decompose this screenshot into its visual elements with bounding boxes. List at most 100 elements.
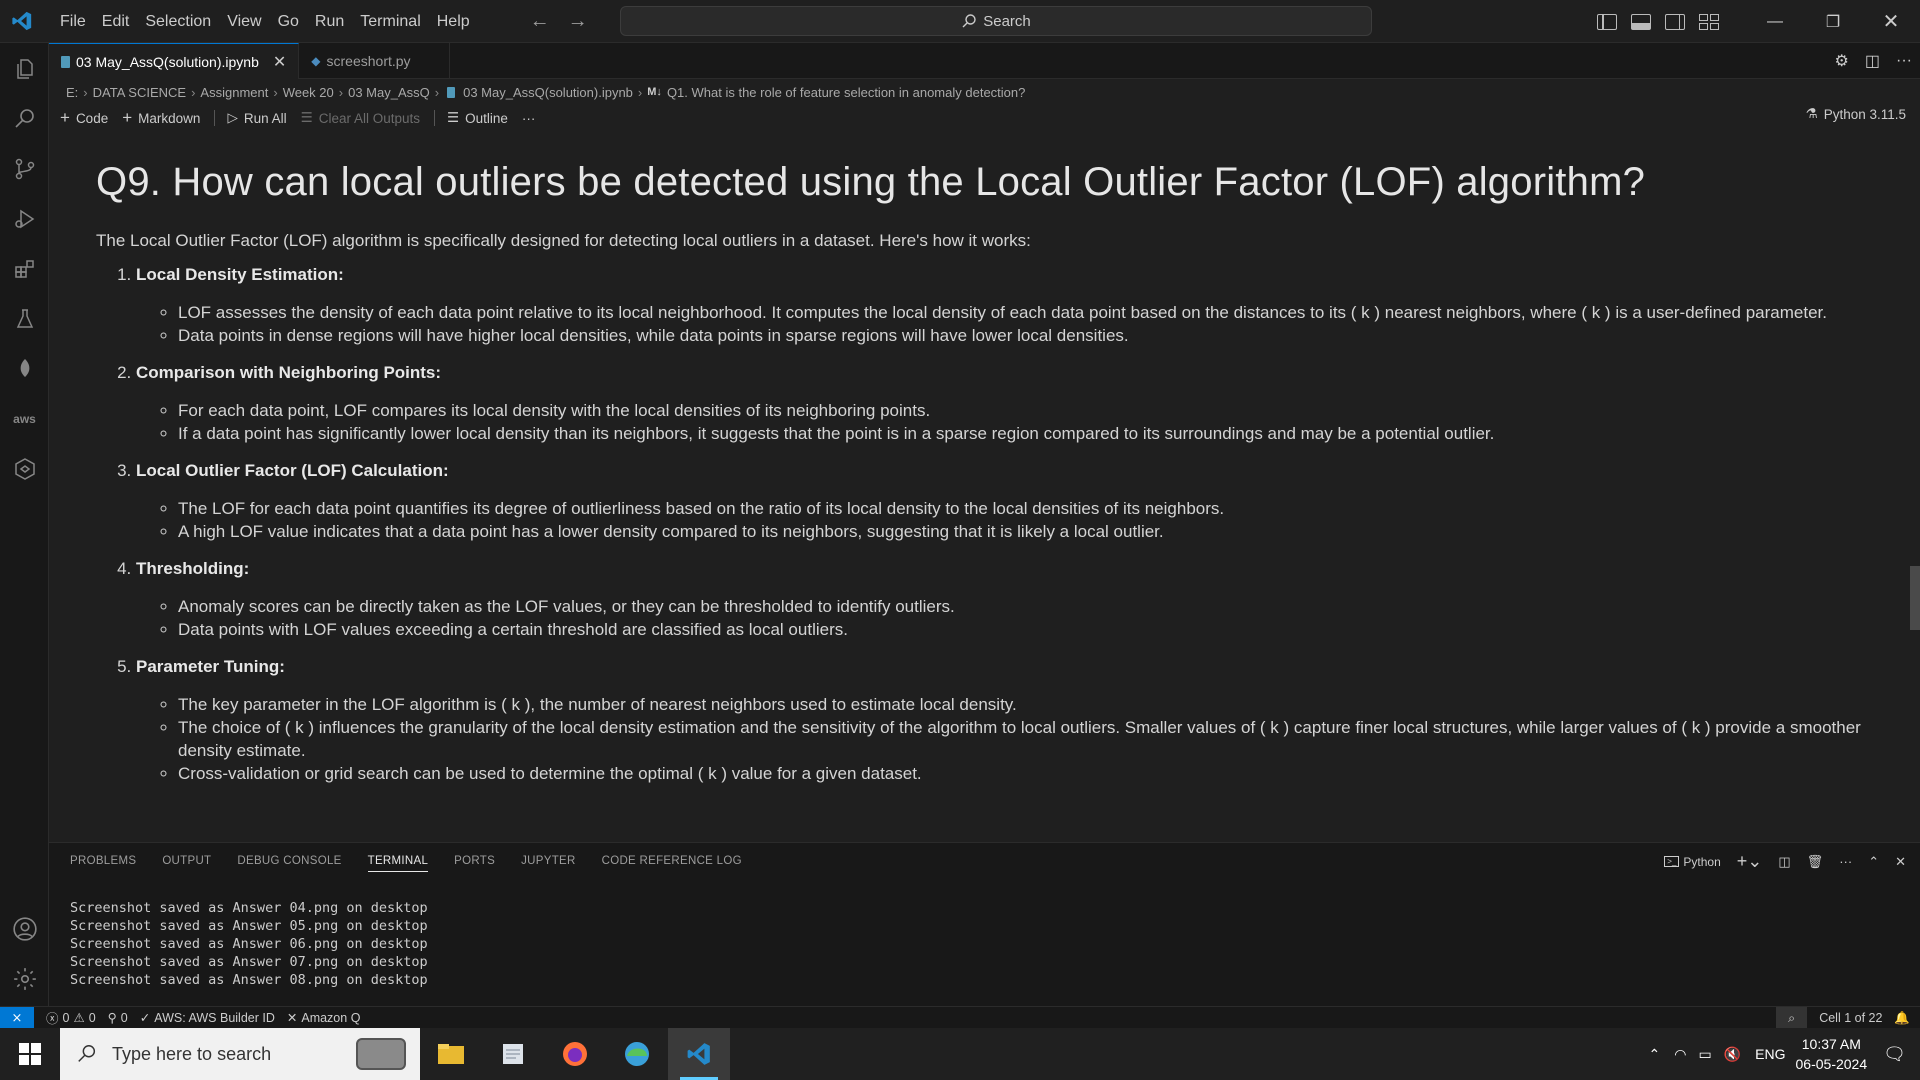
breadcrumb-item[interactable]: Q1. What is the role of feature selectio… (667, 85, 1025, 100)
edge-app-icon[interactable] (606, 1028, 668, 1080)
bullet-item: The choice of ( k ) influences the granu… (178, 716, 1906, 762)
new-terminal-icon[interactable]: +⌄ (1737, 851, 1763, 872)
plus-icon: + (122, 108, 133, 127)
mongodb-leaf-icon[interactable] (11, 355, 38, 382)
tab-code-reference-log[interactable]: CODE REFERENCE LOG (602, 855, 742, 872)
breadcrumb-item[interactable]: Week 20 (283, 85, 334, 100)
aws-icon[interactable]: aws (11, 405, 38, 432)
clock[interactable]: 10:37 AM 06-05-2024 (1796, 1034, 1868, 1074)
more-actions-icon[interactable]: ··· (1896, 52, 1912, 70)
network-icon[interactable]: ◠ (1674, 1046, 1686, 1063)
notebook-editor[interactable]: Q9. How can local outliers be detected u… (49, 134, 1920, 840)
tab-terminal[interactable]: TERMINAL (367, 855, 429, 872)
restore-icon[interactable]: ❐ (1804, 0, 1862, 43)
add-code-cell-button[interactable]: + Code (60, 108, 108, 128)
tab-debug-console[interactable]: DEBUG CONSOLE (237, 855, 341, 872)
notepad-app-icon[interactable] (482, 1028, 544, 1080)
toggle-secondary-sidebar-icon[interactable] (1665, 13, 1685, 30)
show-hidden-icons-icon[interactable]: ⌃ (1649, 1046, 1661, 1063)
language-indicator[interactable]: ENG (1755, 1046, 1785, 1062)
ports-status[interactable]: ⚲ 0 (108, 1010, 128, 1026)
minimize-icon[interactable]: — (1746, 0, 1804, 43)
command-center-search[interactable]: Search (620, 6, 1372, 36)
tab-output[interactable]: OUTPUT (162, 855, 211, 872)
run-debug-icon[interactable] (11, 205, 38, 232)
breadcrumb-item[interactable]: Assignment (200, 85, 268, 100)
tab-problems[interactable]: PROBLEMS (70, 855, 136, 872)
aws-status[interactable]: ✓ AWS: AWS Builder ID (139, 1010, 275, 1026)
menu-edit[interactable]: Edit (94, 0, 138, 43)
split-editor-icon[interactable]: ◫ (1865, 51, 1880, 71)
close-panel-icon[interactable]: ✕ (1895, 854, 1906, 870)
accounts-icon[interactable] (11, 915, 38, 942)
status-bar: ⨯ ⓧ 0 ⚠ 0 ⚲ 0 ✓ AWS: AWS Builder ID ✕ Amazon … (0, 1006, 1920, 1029)
markdown-cell[interactable]: Q9. How can local outliers be detected u… (96, 134, 1906, 801)
kernel-picker[interactable]: ⚗ Python 3.11.5 (1806, 106, 1906, 122)
tab-python-file[interactable]: ◆ screeshort.py (299, 43, 450, 79)
menu-selection[interactable]: Selection (137, 0, 219, 43)
manage-gear-icon[interactable] (11, 965, 38, 992)
source-control-icon[interactable] (11, 155, 38, 182)
breadcrumb-item[interactable]: 03 May_AssQ(solution).ipynb (463, 85, 633, 100)
vscode-taskbar-icon[interactable] (668, 1028, 730, 1080)
check-icon: ✓ (139, 1011, 151, 1025)
breadcrumb-item[interactable]: DATA SCIENCE (93, 85, 186, 100)
add-markdown-cell-button[interactable]: + Markdown (122, 108, 200, 128)
editor-scrollbar[interactable] (1910, 566, 1920, 630)
amazonq-status[interactable]: ✕ Amazon Q (287, 1010, 361, 1026)
more-toolbar-button[interactable]: ··· (522, 111, 536, 126)
tab-jupyter[interactable]: JUPYTER (521, 855, 576, 872)
bullet-item: LOF assesses the density of each data po… (178, 301, 1906, 324)
bullet-item: For each data point, LOF compares its lo… (178, 399, 1906, 422)
tab-notebook[interactable]: 03 May_AssQ(solution).ipynb ✕ (49, 43, 300, 79)
toggle-primary-sidebar-icon[interactable] (1597, 13, 1617, 30)
zoom-icon[interactable]: ⌕ (1776, 1007, 1808, 1029)
remote-indicator-icon[interactable]: ⨯ (0, 1006, 34, 1029)
cell-indicator[interactable]: Cell 1 of 22 (1819, 1011, 1882, 1025)
shell-label: Python (1683, 854, 1721, 869)
run-all-button[interactable]: ▷ Run All (227, 110, 286, 126)
windows-start-icon[interactable] (0, 1028, 60, 1080)
camera-illustration-icon (356, 1038, 406, 1070)
menu-help[interactable]: Help (429, 0, 478, 43)
forward-arrow-icon[interactable]: → (568, 10, 588, 33)
breadcrumb-item[interactable]: 03 May_AssQ (348, 85, 430, 100)
explorer-icon[interactable] (11, 55, 38, 82)
more-actions-icon[interactable]: ··· (1839, 854, 1852, 869)
notifications-bell-icon[interactable]: 🔔 (1894, 1011, 1910, 1026)
volume-muted-icon[interactable]: 🔇 (1724, 1046, 1741, 1063)
battery-icon[interactable]: ▭ (1699, 1046, 1712, 1063)
menu-terminal[interactable]: Terminal (352, 0, 428, 43)
back-arrow-icon[interactable]: ← (530, 10, 550, 33)
breadcrumb-item[interactable]: E: (66, 85, 78, 100)
close-window-icon[interactable]: ✕ (1862, 0, 1920, 43)
extensions-icon[interactable] (11, 255, 38, 282)
testing-flask-icon[interactable] (11, 305, 38, 332)
file-explorer-icon[interactable] (420, 1028, 482, 1080)
clear-all-outputs-button[interactable]: ☰ Clear All Outputs (301, 110, 420, 126)
settings-gear-icon[interactable]: ⚙ (1835, 51, 1849, 71)
search-icon[interactable] (11, 105, 38, 132)
kill-terminal-icon[interactable]: 🗑 (1807, 854, 1824, 870)
toggle-panel-icon[interactable] (1631, 13, 1651, 30)
close-tab-icon[interactable]: ✕ (273, 52, 286, 72)
customize-layout-icon[interactable] (1699, 13, 1719, 30)
tab-ports[interactable]: PORTS (454, 855, 495, 872)
maximize-panel-icon[interactable]: ⌃ (1868, 854, 1879, 870)
menu-go[interactable]: Go (270, 0, 307, 43)
terminal-output[interactable]: Screenshot saved as Answer 04.png on des… (70, 899, 428, 989)
error-icon: ⓧ (46, 1012, 59, 1026)
menu-view[interactable]: View (219, 0, 269, 43)
menu-file[interactable]: File (52, 0, 94, 43)
notification-center-icon[interactable]: 🗨 (1883, 1044, 1906, 1065)
outline-button[interactable]: ☰ Outline (447, 110, 508, 126)
split-terminal-icon[interactable]: ◫ (1778, 854, 1790, 870)
firefox-icon[interactable] (544, 1028, 606, 1080)
notebook-file-icon (61, 55, 70, 68)
terminal-shell-selector[interactable]: >_ Python (1664, 854, 1721, 869)
menu-run[interactable]: Run (307, 0, 352, 43)
taskbar-search-box[interactable]: Type here to search (60, 1028, 420, 1080)
hex-extension-icon[interactable] (11, 455, 38, 482)
problems-status[interactable]: ⓧ 0 ⚠ 0 (46, 1008, 96, 1027)
notebook-toolbar: + Code + Markdown ▷ Run All ☰ Clear All Outp… (60, 106, 1920, 130)
